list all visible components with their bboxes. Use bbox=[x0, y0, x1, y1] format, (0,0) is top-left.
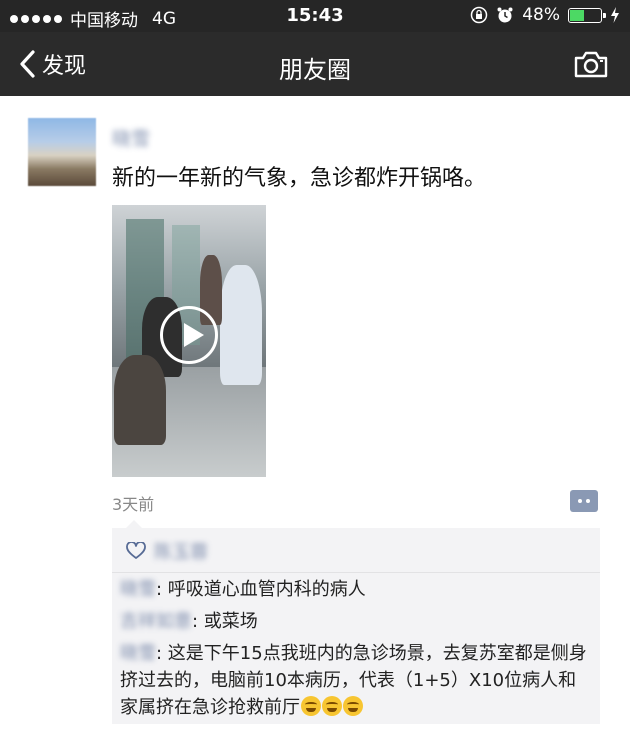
video-thumbnail[interactable] bbox=[112, 205, 266, 477]
avatar[interactable] bbox=[28, 118, 96, 186]
heart-icon bbox=[126, 542, 146, 559]
comment-menu-button[interactable] bbox=[570, 490, 598, 512]
post-author-name[interactable]: 晓雪 bbox=[112, 124, 150, 151]
like-name[interactable]: 陈玉蓉 bbox=[154, 538, 208, 564]
alarm-icon bbox=[497, 7, 513, 23]
video-scene-person bbox=[114, 355, 166, 445]
charging-icon bbox=[611, 7, 619, 23]
comment-colon: : bbox=[156, 579, 168, 600]
camera-icon bbox=[574, 51, 608, 78]
status-bar: 中国移动 4G 15:43 48% bbox=[0, 0, 630, 32]
post-timestamp: 3天前 bbox=[112, 495, 155, 514]
page-title: 朋友圈 bbox=[279, 56, 351, 84]
battery-fill bbox=[570, 9, 584, 21]
comment-text: 或菜场 bbox=[203, 611, 258, 632]
comment-author[interactable]: 晓雪 bbox=[120, 640, 156, 667]
comment-colon: : bbox=[192, 611, 204, 632]
camera-button[interactable] bbox=[574, 50, 608, 82]
interaction-panel: 陈玉蓉 晓雪: 呼吸道心血管内科的病人 吉祥如意: 或菜场 晓雪: 这是下午15… bbox=[112, 520, 600, 724]
post-text: 新的一年新的气象，急诊都炸开锅咯。 bbox=[112, 166, 487, 191]
comment-colon: : bbox=[156, 643, 168, 664]
play-icon[interactable] bbox=[160, 306, 218, 364]
crying-laughing-emoji-icon bbox=[343, 696, 363, 716]
comment-item[interactable]: 晓雪: 这是下午15点我班内的急诊场景，去复苏室都是侧身挤过去的，电脑前10本病… bbox=[120, 640, 594, 721]
battery-percent: 48% bbox=[522, 5, 560, 25]
comment-author[interactable]: 晓雪 bbox=[120, 576, 156, 603]
comment-text: 呼吸道心血管内科的病人 bbox=[167, 579, 366, 600]
comment-item[interactable]: 吉祥如意: 或菜场 bbox=[120, 608, 594, 635]
navigation-bar: 发现 朋友圈 bbox=[0, 32, 630, 96]
likes-row: 陈玉蓉 bbox=[126, 538, 208, 564]
comment-item[interactable]: 晓雪: 呼吸道心血管内科的病人 bbox=[120, 576, 594, 603]
comment-author[interactable]: 吉祥如意 bbox=[120, 608, 192, 635]
status-icons: 48% bbox=[470, 5, 620, 25]
divider bbox=[112, 572, 600, 573]
crying-laughing-emoji-icon bbox=[322, 696, 342, 716]
video-scene-person bbox=[220, 265, 262, 385]
orientation-lock-icon bbox=[470, 6, 488, 24]
battery-icon bbox=[568, 7, 606, 23]
crying-laughing-emoji-icon bbox=[301, 696, 321, 716]
